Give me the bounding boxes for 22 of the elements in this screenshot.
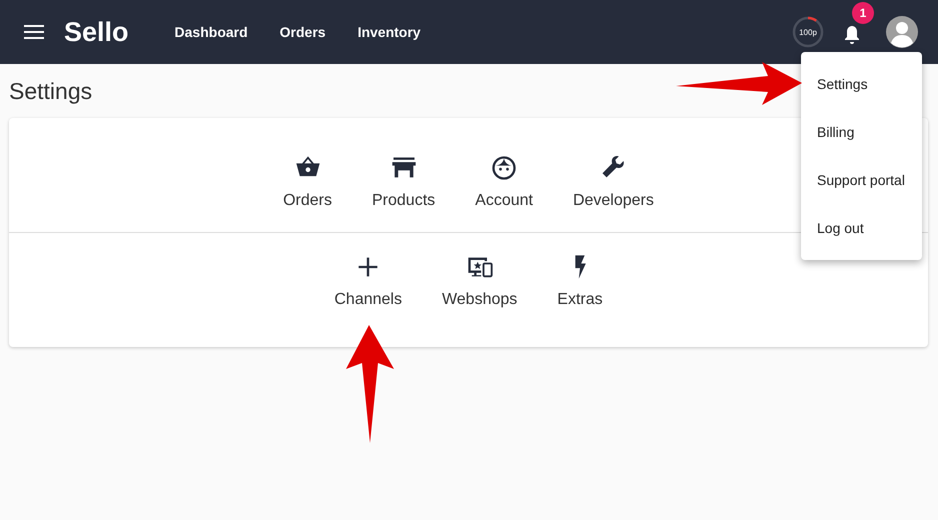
- settings-tile[interactable]: Account: [475, 154, 533, 210]
- menu-item[interactable]: Billing: [801, 108, 922, 156]
- settings-tile[interactable]: Developers: [572, 154, 654, 210]
- bell-icon[interactable]: [844, 26, 860, 44]
- brand-logo[interactable]: Sello: [64, 16, 129, 48]
- nav-link[interactable]: Inventory: [342, 16, 437, 48]
- quota-label: 100p: [799, 28, 817, 36]
- face-icon: [490, 154, 518, 182]
- avatar-icon[interactable]: [886, 16, 918, 48]
- menu-item[interactable]: Log out: [801, 204, 922, 252]
- settings-tile[interactable]: Products: [372, 154, 436, 210]
- settings-tile[interactable]: Webshops: [442, 253, 518, 309]
- menu-icon[interactable]: [24, 25, 44, 39]
- notification-badge: 1: [852, 2, 874, 24]
- settings-tile[interactable]: Channels: [334, 253, 402, 309]
- nav-link[interactable]: Dashboard: [158, 16, 264, 48]
- menu-item[interactable]: Support portal: [801, 156, 922, 204]
- settings-tile[interactable]: Extras: [557, 253, 603, 309]
- page-title: Settings: [9, 77, 92, 105]
- menu-item[interactable]: Settings: [801, 60, 922, 108]
- settings-tile[interactable]: Orders: [283, 154, 332, 210]
- nav-link[interactable]: Orders: [264, 16, 342, 48]
